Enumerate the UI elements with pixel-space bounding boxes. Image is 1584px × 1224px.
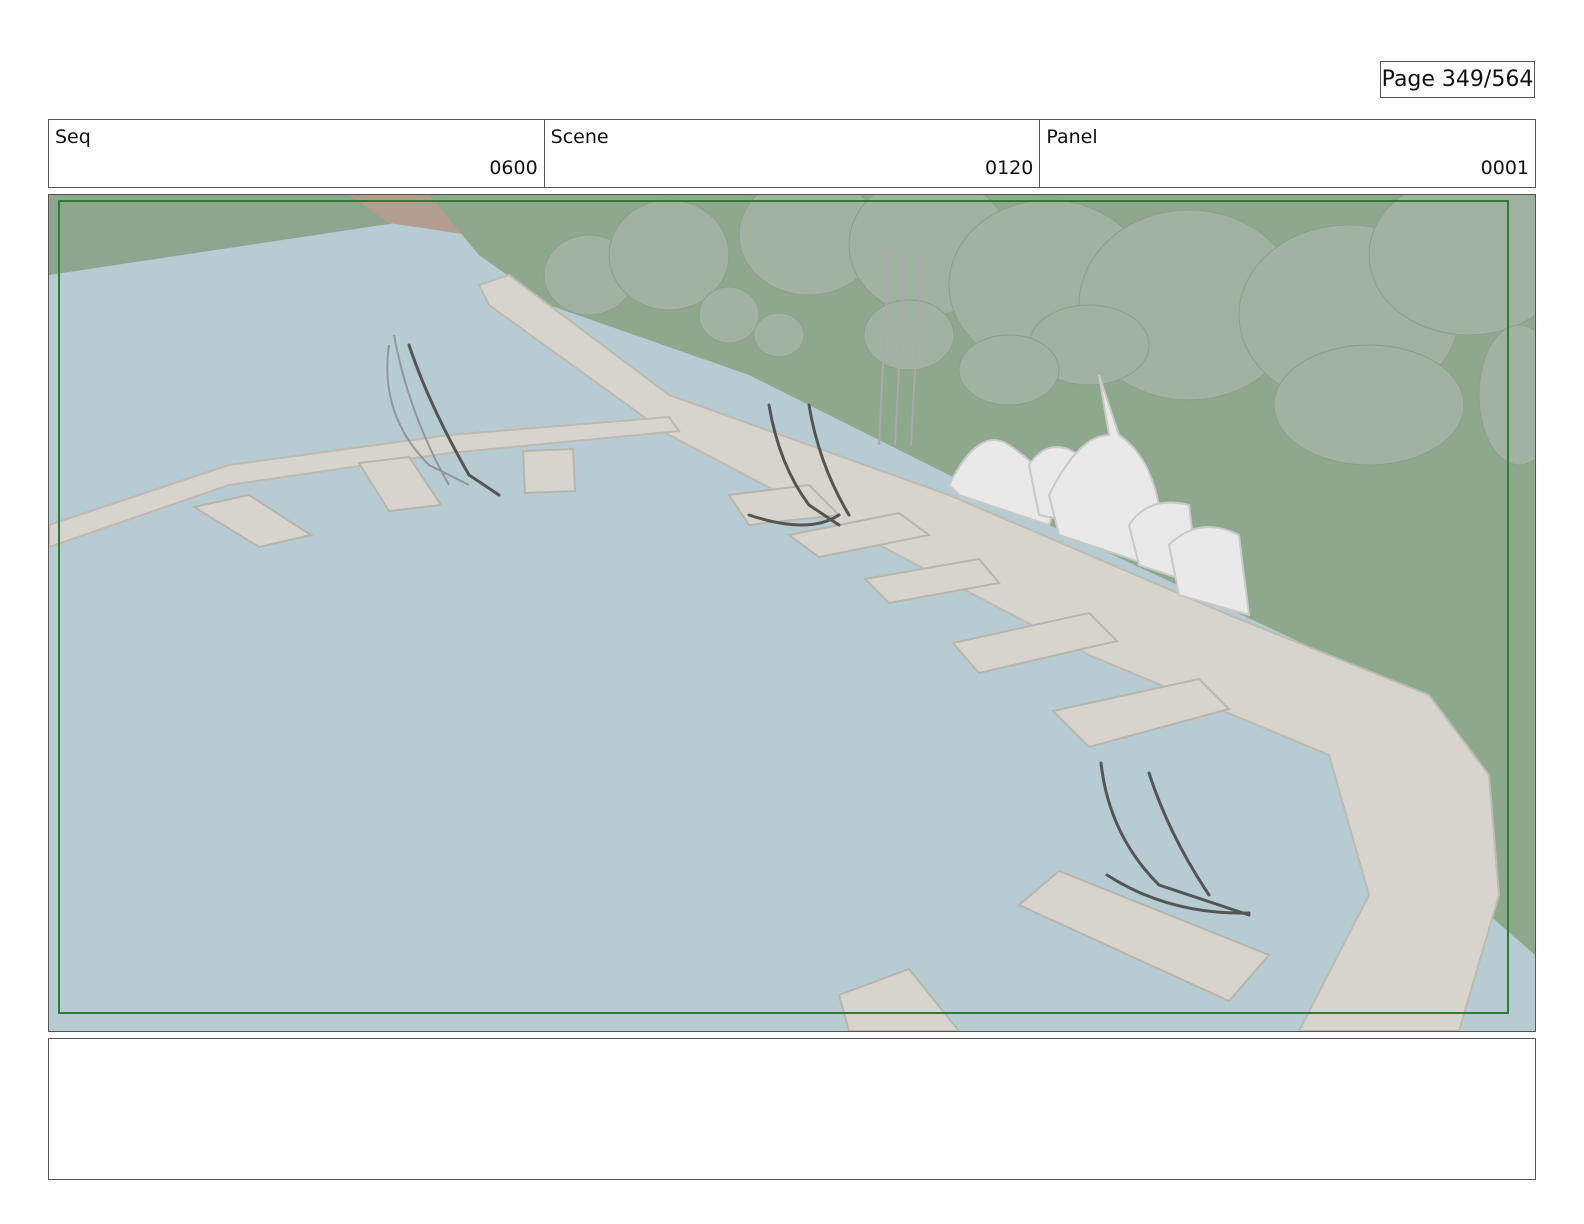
- scene-label: Scene: [550, 126, 609, 148]
- seq-value: 0600: [489, 157, 538, 179]
- panel-value: 0001: [1480, 157, 1530, 179]
- seq-label: Seq: [55, 126, 91, 148]
- seq-cell: Seq 0600: [49, 120, 545, 187]
- scene-cell: Scene 0120: [545, 120, 1041, 187]
- notes-box: [48, 1038, 1536, 1180]
- storyboard-panel: [48, 194, 1536, 1032]
- panel-label: Panel: [1046, 126, 1098, 148]
- marina-sketch-image: [49, 195, 1535, 1031]
- shot-info-header: Seq 0600 Scene 0120 Panel 0001: [48, 119, 1536, 188]
- page-number: Page 349/564: [1380, 61, 1535, 98]
- scene-value: 0120: [984, 157, 1034, 179]
- panel-cell: Panel 0001: [1040, 120, 1535, 187]
